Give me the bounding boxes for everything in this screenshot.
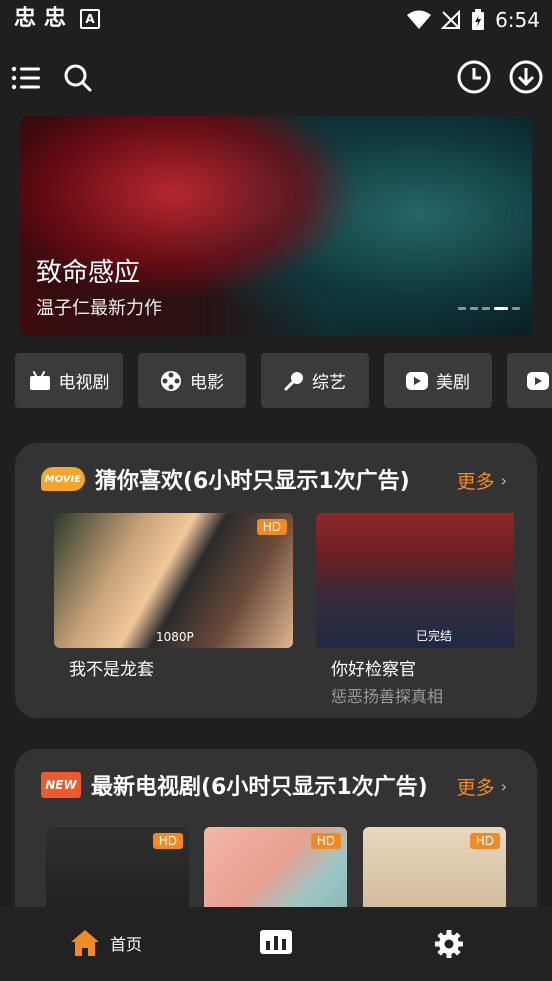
search-icon[interactable] [62, 62, 94, 94]
status-left: 忠 忠 A [14, 6, 101, 32]
bottom-nav: 首页 [0, 907, 552, 981]
status-tag: 已完结 [416, 629, 453, 643]
nav-home[interactable]: 首页 [70, 929, 142, 957]
play-icon [406, 371, 428, 390]
carousel-dot [458, 307, 466, 310]
poster-title[interactable]: 我不是龙套 [69, 655, 154, 680]
more-link[interactable]: 更多 › [457, 773, 507, 800]
movie-badge-icon: MOVIE [41, 467, 85, 491]
section-title: 最新电视剧(6小时只显示1次广告) [91, 775, 428, 800]
poster-card[interactable]: 已完结 [316, 513, 514, 648]
download-icon[interactable] [509, 60, 543, 94]
chevron-right-icon: › [500, 471, 507, 490]
carousel-dot [470, 307, 478, 310]
category-variety[interactable]: 综艺 [261, 353, 369, 408]
carousel-indicator [458, 307, 520, 310]
notification-icon: 忠 [14, 6, 37, 31]
more-label: 更多 [456, 777, 495, 799]
hd-badge: HD [310, 833, 341, 849]
poster-subtitle: 惩恶扬善探真相 [331, 687, 444, 706]
poster-card[interactable]: HD 1080P [54, 513, 293, 648]
banner-subtitle: 温子仁最新力作 [36, 298, 162, 319]
status-bar: 忠 忠 A 6:54 [0, 0, 552, 40]
no-signal-icon [441, 10, 461, 29]
carousel-dot [482, 307, 490, 310]
tv-icon [29, 370, 50, 390]
section-header: MOVIE 猜你喜欢(6小时只显示1次广告) [41, 463, 410, 495]
hd-badge: HD [152, 833, 183, 849]
more-link[interactable]: 更多 › [457, 467, 507, 494]
top-bar [0, 54, 552, 102]
category-label: 综艺 [312, 373, 346, 393]
play-icon [527, 371, 549, 390]
category-label: 电影 [190, 373, 224, 393]
nav-rank[interactable] [259, 929, 293, 955]
microphone-icon [284, 371, 303, 390]
category-bar: 电视剧 电影 综艺 美剧 [15, 353, 552, 408]
carousel-dot [512, 307, 520, 310]
section-header: NEW 最新电视剧(6小时只显示1次广告) [41, 769, 428, 801]
category-more-partial[interactable] [507, 353, 552, 408]
category-tv[interactable]: 电视剧 [15, 353, 123, 408]
notification-icon: 忠 [44, 6, 67, 31]
chevron-right-icon: › [500, 777, 507, 796]
home-icon [71, 930, 99, 956]
nav-settings[interactable] [434, 929, 464, 959]
clock: 6:54 [495, 8, 540, 32]
carousel-dot-active [494, 307, 508, 310]
a-notification-icon: A [80, 9, 101, 29]
quality-tag: 1080P [156, 630, 194, 644]
poster-title[interactable]: 你好检察官 [331, 655, 416, 680]
new-badge-icon: NEW [41, 772, 81, 798]
status-right: 6:54 [407, 8, 540, 32]
history-icon[interactable] [457, 60, 491, 94]
film-reel-icon [161, 370, 181, 391]
menu-icon[interactable] [10, 62, 42, 94]
section-recommend: MOVIE 猜你喜欢(6小时只显示1次广告) 更多 › HD 1080P 我不是… [15, 443, 537, 718]
hero-banner[interactable]: 致命感应 温子仁最新力作 [20, 116, 532, 336]
chart-icon [260, 930, 292, 954]
wifi-icon [407, 10, 432, 29]
banner-title: 致命感应 [36, 258, 141, 288]
hd-badge: HD [256, 519, 287, 535]
category-label: 美剧 [436, 373, 470, 393]
battery-charging-icon [472, 9, 485, 30]
more-label: 更多 [456, 471, 495, 493]
hd-badge: HD [469, 833, 500, 849]
category-movie[interactable]: 电影 [138, 353, 246, 408]
category-label: 电视剧 [58, 373, 110, 393]
section-title: 猜你喜欢(6小时只显示1次广告) [95, 469, 410, 494]
nav-home-label: 首页 [110, 935, 143, 954]
category-us-drama[interactable]: 美剧 [384, 353, 492, 408]
gear-icon [435, 930, 463, 958]
